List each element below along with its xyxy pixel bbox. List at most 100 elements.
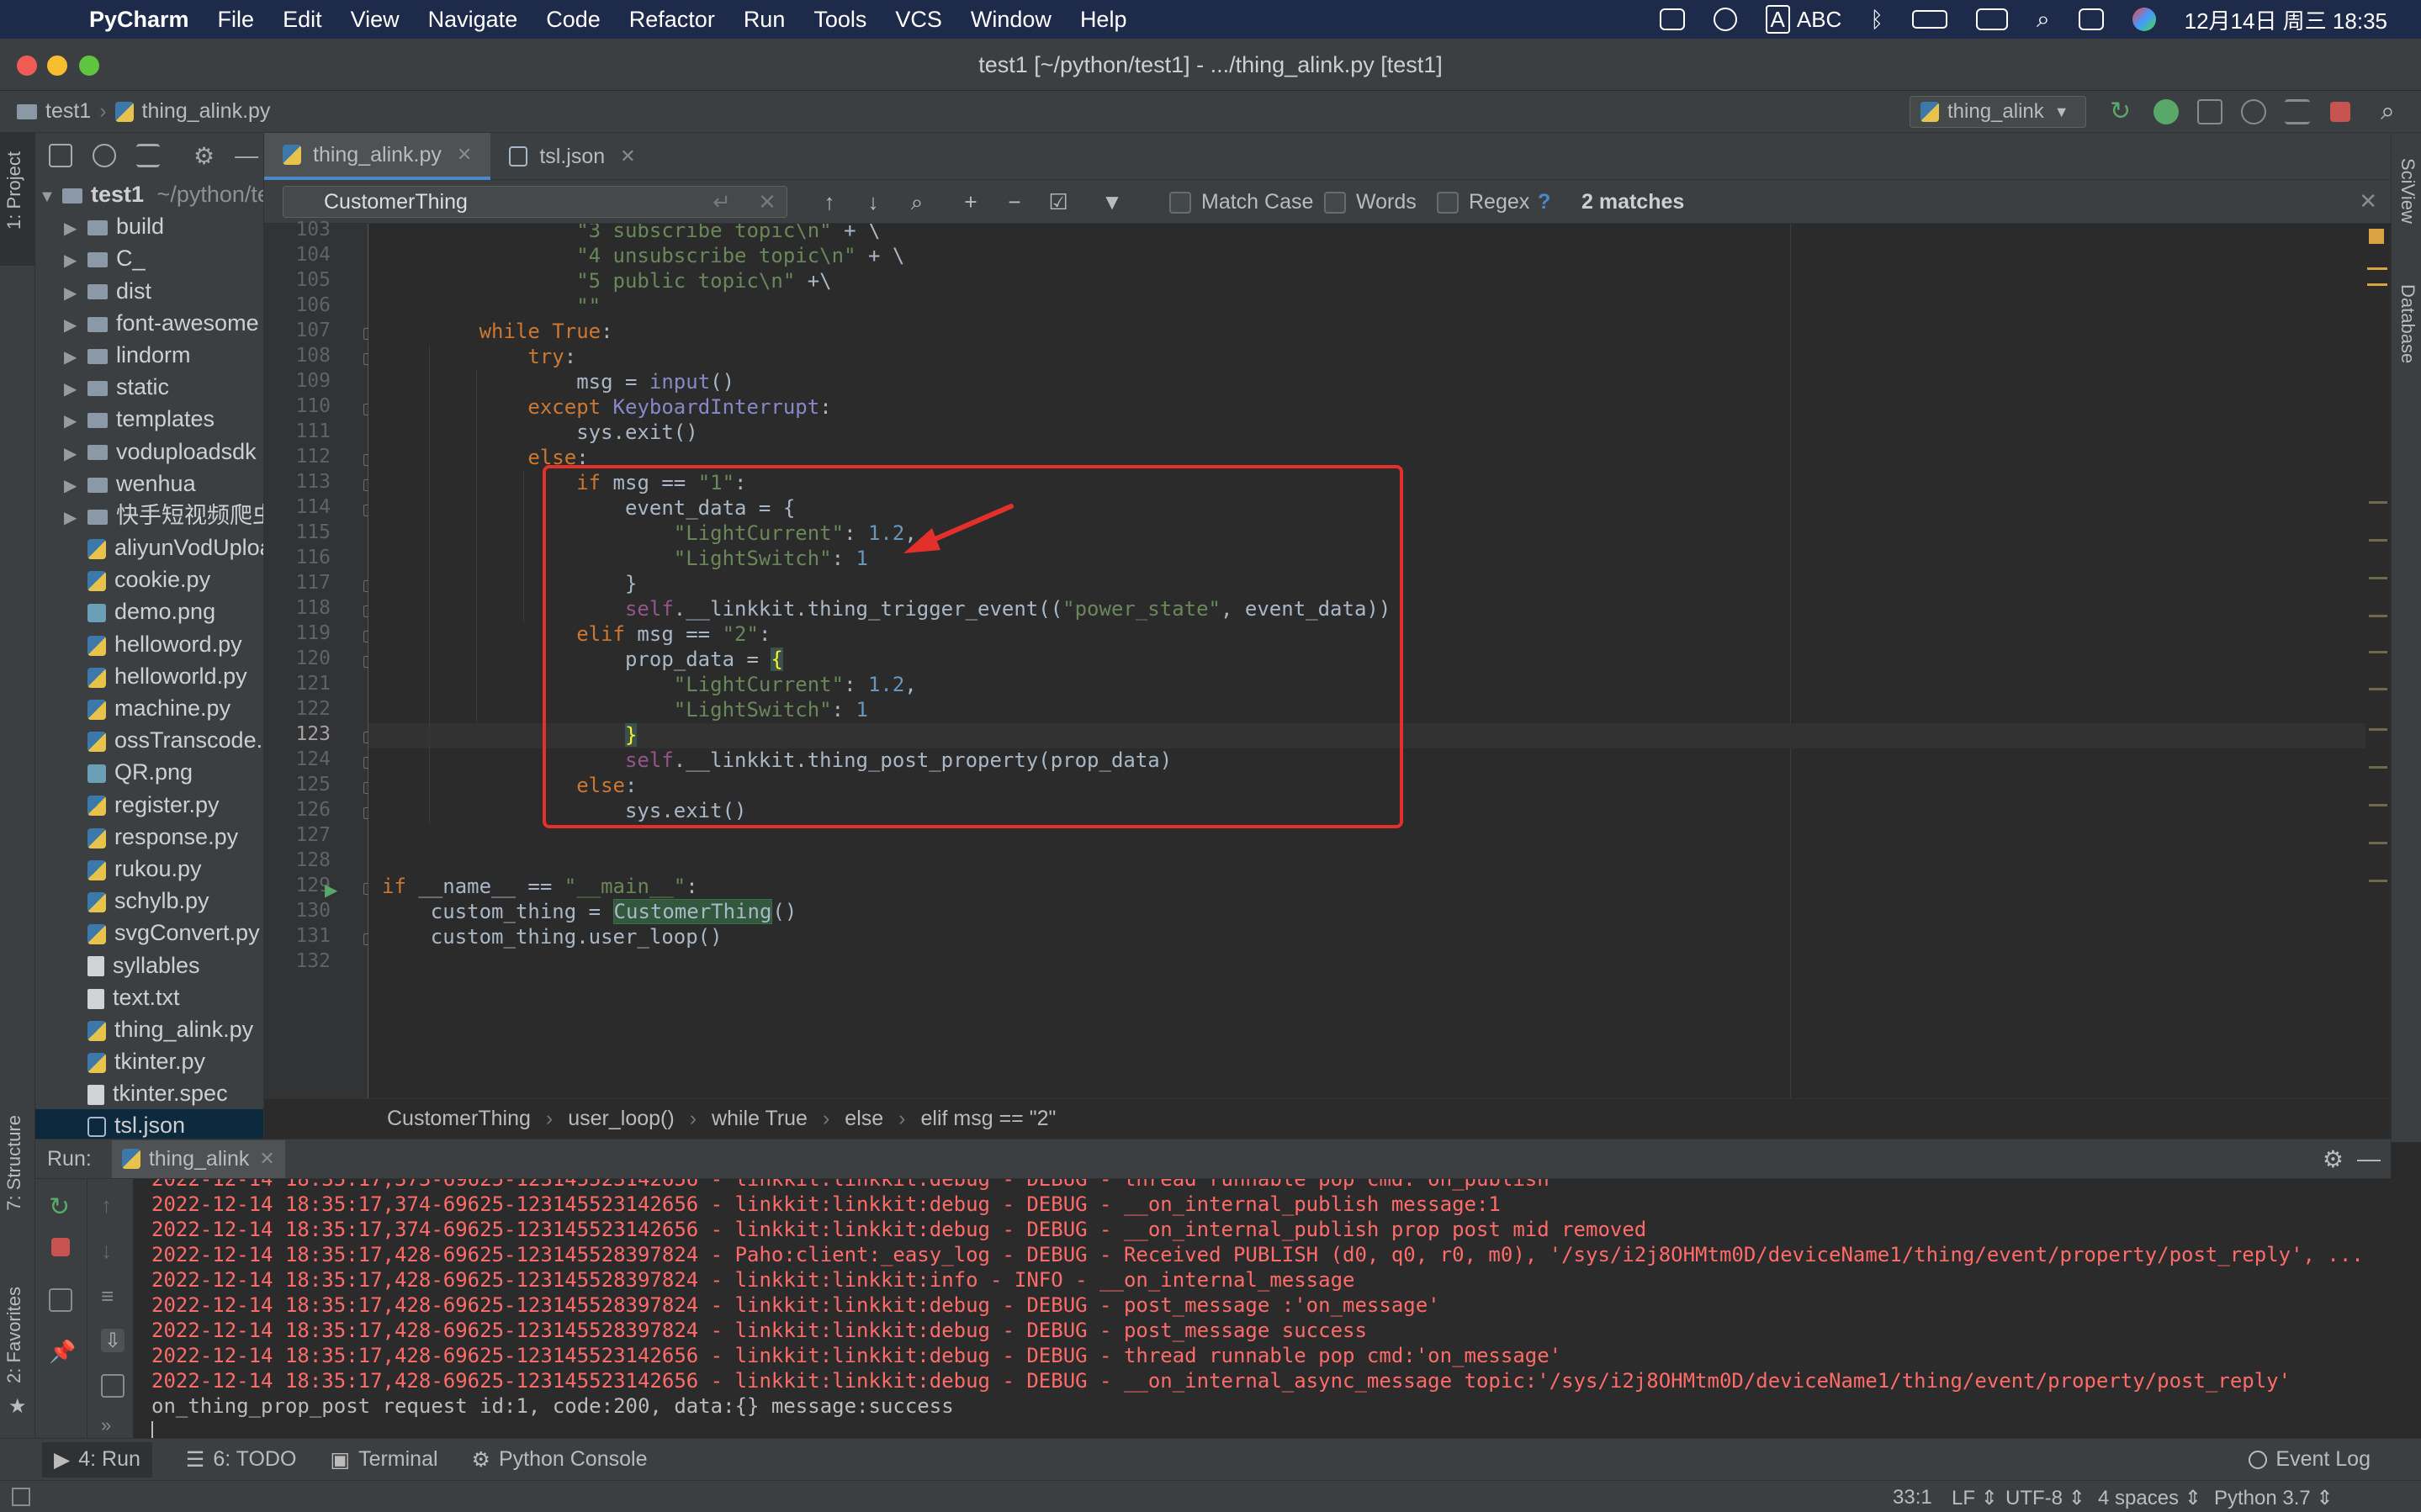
tree-item[interactable]: tsl.json bbox=[35, 1109, 263, 1139]
menu-run[interactable]: Run bbox=[744, 7, 786, 33]
breadcrumb-item[interactable]: CustomerThing bbox=[387, 1107, 531, 1131]
tree-item[interactable]: ▶ wenhua bbox=[35, 468, 263, 500]
chevron-right-icon[interactable]: ▶ bbox=[64, 309, 87, 341]
menu-vcs[interactable]: VCS bbox=[895, 7, 942, 33]
menu-help[interactable]: Help bbox=[1080, 7, 1127, 33]
tree-item[interactable]: ▶ font-awesome bbox=[35, 307, 263, 339]
tree-root[interactable]: ▼ test1 ~/python/test1 bbox=[35, 178, 263, 210]
tree-item[interactable]: text.txt bbox=[35, 981, 263, 1013]
siri-icon[interactable] bbox=[2132, 8, 2156, 31]
gear-icon[interactable]: ⚙ bbox=[193, 142, 215, 170]
project-tool-tab[interactable]: 1: Project bbox=[0, 133, 35, 266]
concurrency-icon[interactable] bbox=[2285, 99, 2310, 124]
star-icon[interactable]: ★ bbox=[8, 1394, 27, 1419]
tree-item[interactable]: rukou.py bbox=[35, 853, 263, 885]
pen-icon[interactable] bbox=[1659, 8, 1685, 30]
event-log-button[interactable]: Event Log bbox=[2249, 1447, 2371, 1472]
locate-icon[interactable] bbox=[93, 144, 116, 167]
menubar-datetime[interactable]: 12月14日 周三 18:35 bbox=[2185, 4, 2387, 35]
code-line[interactable]: while True: bbox=[382, 320, 613, 345]
warning-icon[interactable] bbox=[2369, 229, 2384, 244]
tree-item[interactable]: ▶ 快手短视频爬虫 bbox=[35, 500, 263, 531]
input-method-indicator[interactable]: A ABC bbox=[1765, 4, 1841, 34]
select-all-occurrences-icon[interactable]: ☑ bbox=[1046, 190, 1070, 214]
control-center-icon[interactable] bbox=[2078, 8, 2104, 30]
tree-item[interactable]: ▶ static bbox=[35, 371, 263, 403]
add-selection-icon[interactable]: + bbox=[959, 190, 983, 214]
stop-icon[interactable] bbox=[51, 1238, 70, 1256]
status-caret-position[interactable]: 33:1 bbox=[1893, 1486, 1932, 1509]
scroll-to-end-icon[interactable]: ⇩ bbox=[101, 1329, 124, 1352]
breadcrumb-item[interactable]: while True bbox=[712, 1107, 808, 1131]
chevron-right-icon[interactable]: ▶ bbox=[64, 373, 87, 405]
newline-icon[interactable]: ↵ bbox=[710, 190, 734, 214]
tree-item[interactable]: aliyunVodUpload.py bbox=[35, 531, 263, 563]
tree-item[interactable]: tkinter.spec bbox=[35, 1077, 263, 1109]
match-case-checkbox[interactable]: Match Case bbox=[1169, 190, 1313, 214]
remove-selection-icon[interactable]: − bbox=[1003, 190, 1026, 214]
menu-file[interactable]: File bbox=[218, 7, 255, 33]
tree-item[interactable]: ▶ lindorm bbox=[35, 339, 263, 371]
spotlight-search-icon[interactable]: ⌕ bbox=[2037, 6, 2050, 34]
checkbox-box[interactable] bbox=[1437, 191, 1459, 214]
chevron-right-icon[interactable]: ▶ bbox=[64, 405, 87, 437]
code-line[interactable]: custom_thing = CustomerThing() bbox=[382, 899, 797, 925]
code-line[interactable]: "3 subscribe topic\n" + \ bbox=[382, 224, 880, 244]
bluetooth-icon[interactable]: ᛒ bbox=[1870, 7, 1883, 33]
regex-help-link[interactable]: ? bbox=[1538, 190, 1550, 214]
tree-item[interactable]: tkinter.py bbox=[35, 1045, 263, 1077]
more-icon[interactable]: » bbox=[101, 1414, 124, 1438]
nav-project[interactable]: test1 bbox=[17, 99, 91, 124]
down-arrow-icon[interactable]: ↓ bbox=[101, 1238, 124, 1263]
soft-wrap-icon[interactable]: ≡ bbox=[101, 1283, 124, 1308]
tab-python-console[interactable]: ⚙ Python Console bbox=[472, 1447, 648, 1472]
toggle-tool-windows-icon[interactable] bbox=[12, 1488, 30, 1506]
code-line[interactable]: "4 unsubscribe topic\n" + \ bbox=[382, 244, 904, 269]
nav-file[interactable]: thing_alink.py bbox=[114, 99, 270, 124]
tree-item[interactable]: schylb.py bbox=[35, 885, 263, 917]
tab-tsl-json[interactable]: tsl.json ✕ bbox=[490, 133, 654, 180]
tree-item[interactable]: machine.py bbox=[35, 692, 263, 724]
menu-refactor[interactable]: Refactor bbox=[629, 7, 715, 33]
tree-item[interactable]: ossTranscode.py bbox=[35, 724, 263, 756]
close-icon[interactable]: ✕ bbox=[457, 144, 472, 166]
find-all-icon[interactable]: ⌕ bbox=[905, 190, 929, 214]
menu-app-name[interactable]: PyCharm bbox=[89, 7, 189, 33]
run-configuration-select[interactable]: thing_alink ▼ bbox=[1910, 96, 2086, 128]
run-console[interactable]: 2022-12-14 18:35:17,373-69625-1231455231… bbox=[133, 1179, 2391, 1438]
tree-item[interactable]: helloworld.py bbox=[35, 660, 263, 692]
tree-item[interactable]: ▶ C_ bbox=[35, 242, 263, 274]
checkbox-box[interactable] bbox=[1324, 191, 1346, 214]
favorites-tab-label[interactable]: 2: Favorites bbox=[3, 1287, 25, 1383]
chevron-right-icon[interactable]: ▶ bbox=[64, 341, 87, 373]
pin-icon[interactable]: 📌 bbox=[49, 1339, 76, 1364]
code-line[interactable]: except KeyboardInterrupt: bbox=[382, 395, 831, 420]
code-line[interactable]: custom_thing.user_loop() bbox=[382, 925, 723, 950]
tab-run[interactable]: ▶ 4: Run bbox=[42, 1441, 152, 1478]
status-line-separator[interactable]: LF ⇕ bbox=[1952, 1486, 1998, 1510]
regex-checkbox[interactable]: Regex bbox=[1437, 190, 1529, 214]
print-icon[interactable] bbox=[101, 1374, 124, 1398]
checkbox-box[interactable] bbox=[1169, 191, 1191, 214]
tree-item[interactable]: svgConvert.py bbox=[35, 917, 263, 949]
breadcrumb-item[interactable]: elif msg == "2" bbox=[921, 1107, 1057, 1131]
menu-navigate[interactable]: Navigate bbox=[428, 7, 518, 33]
chevron-right-icon[interactable]: ▶ bbox=[64, 502, 87, 534]
status-indent[interactable]: 4 spaces ⇕ bbox=[2098, 1486, 2201, 1510]
code-line[interactable]: if __name__ == "__main__": bbox=[382, 875, 698, 900]
tab-terminal[interactable]: ▣ Terminal bbox=[330, 1447, 437, 1472]
tree-item[interactable]: register.py bbox=[35, 789, 263, 821]
sciview-tab[interactable]: SciView bbox=[2397, 158, 2418, 224]
code-line[interactable]: msg = input() bbox=[382, 370, 734, 395]
play-circle-icon[interactable] bbox=[1713, 8, 1737, 31]
rerun-icon[interactable]: ↻ bbox=[2110, 99, 2135, 124]
tab-todo[interactable]: ☰ 6: TODO bbox=[186, 1447, 297, 1472]
tree-item[interactable]: ▶ dist bbox=[35, 275, 263, 307]
words-checkbox[interactable]: Words bbox=[1324, 190, 1417, 214]
menu-edit[interactable]: Edit bbox=[283, 7, 322, 33]
hide-panel-icon[interactable]: — bbox=[235, 142, 258, 169]
structure-tab-label[interactable]: 7: Structure bbox=[3, 1115, 25, 1211]
chevron-right-icon[interactable]: ▶ bbox=[64, 470, 87, 502]
breadcrumb-item[interactable]: user_loop() bbox=[568, 1107, 674, 1131]
run-tab-thing-alink[interactable]: thing_alink ✕ bbox=[111, 1139, 285, 1178]
